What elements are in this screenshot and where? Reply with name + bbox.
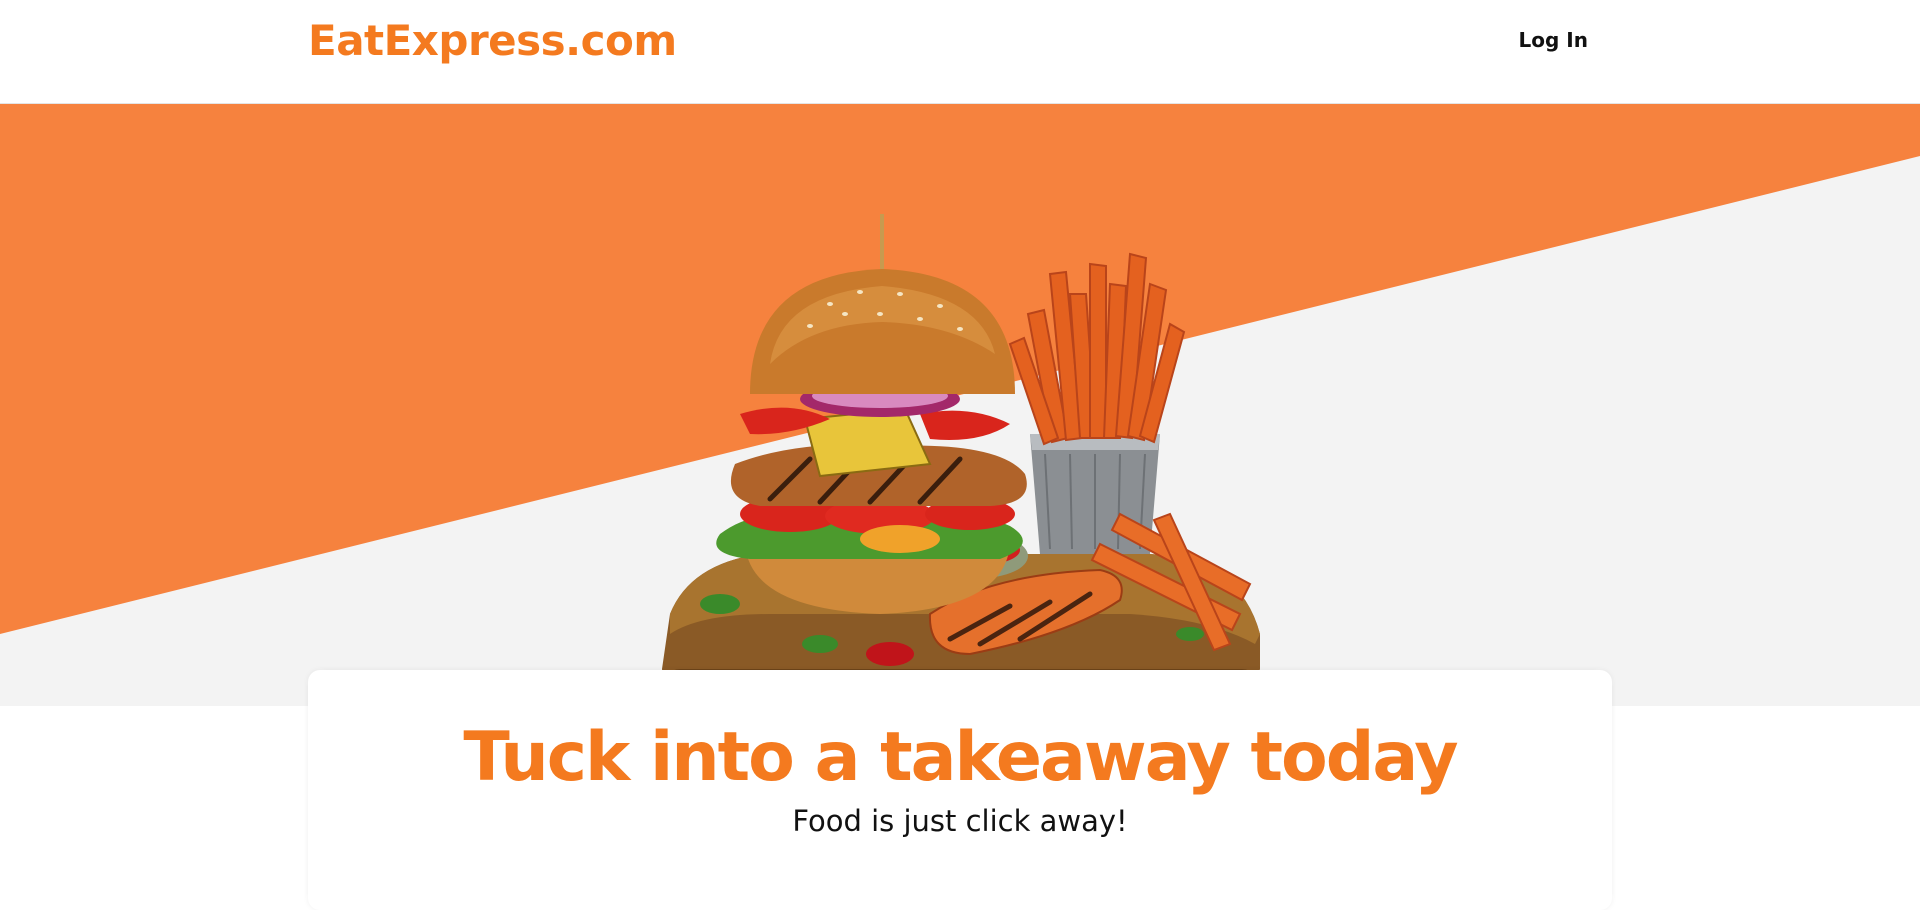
site-logo[interactable]: EatExpress.com	[308, 16, 677, 65]
login-link[interactable]: Log In	[1519, 28, 1588, 52]
hero-banner	[0, 104, 1920, 706]
burger-fries-image	[662, 214, 1260, 706]
hero-subtitle: Food is just click away!	[792, 804, 1128, 838]
hero-card: Tuck into a takeaway today Food is just …	[308, 670, 1612, 910]
site-header: EatExpress.com Log In	[0, 0, 1920, 104]
hero-title: Tuck into a takeaway today	[463, 718, 1458, 797]
